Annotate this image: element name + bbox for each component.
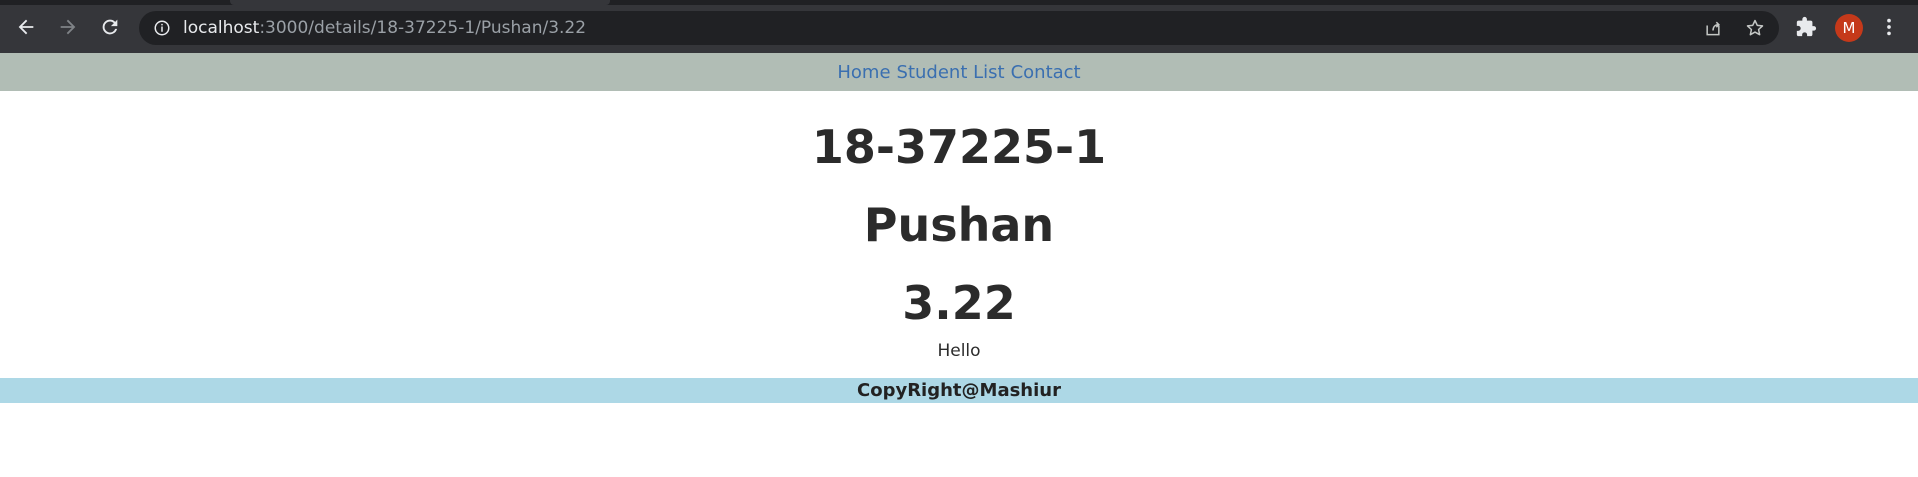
nav-link-student-list[interactable]: Student List xyxy=(897,62,1005,83)
browser-chrome: localhost:3000/details/18-37225-1/Pushan… xyxy=(0,0,1918,53)
nav-link-contact[interactable]: Contact xyxy=(1011,62,1081,83)
student-details: 18-37225-1 Pushan 3.22 Hello xyxy=(0,119,1918,361)
profile-avatar[interactable]: M xyxy=(1835,14,1863,42)
forward-button[interactable] xyxy=(53,12,83,42)
url-text[interactable]: localhost:3000/details/18-37225-1/Pushan… xyxy=(183,18,586,38)
url-host: localhost xyxy=(183,18,260,38)
bookmark-star-icon[interactable] xyxy=(1745,18,1765,38)
reload-icon xyxy=(102,19,118,35)
reload-button[interactable] xyxy=(95,12,125,42)
share-icon[interactable] xyxy=(1703,18,1723,38)
arrow-right-icon xyxy=(60,19,76,35)
back-button[interactable] xyxy=(11,12,41,42)
greeting-text: Hello xyxy=(937,341,981,361)
nav-link-home[interactable]: Home xyxy=(837,62,890,83)
address-bar[interactable]: localhost:3000/details/18-37225-1/Pushan… xyxy=(139,11,1779,45)
active-tab[interactable] xyxy=(230,0,610,5)
url-path: :3000/details/18-37225-1/Pushan/3.22 xyxy=(259,18,587,38)
more-menu-icon[interactable] xyxy=(1878,16,1900,38)
footer: CopyRight@Mashiur xyxy=(0,378,1918,403)
arrow-left-icon xyxy=(18,19,34,35)
top-navbar: Home Student List Contact xyxy=(0,53,1918,91)
student-name: Pushan xyxy=(863,198,1055,252)
page-viewport: Home Student List Contact 18-37225-1 Pus… xyxy=(0,53,1918,477)
student-gpa: 3.22 xyxy=(902,276,1016,330)
info-icon[interactable] xyxy=(153,19,171,37)
student-id: 18-37225-1 xyxy=(811,120,1107,174)
extensions-icon[interactable] xyxy=(1795,16,1817,38)
